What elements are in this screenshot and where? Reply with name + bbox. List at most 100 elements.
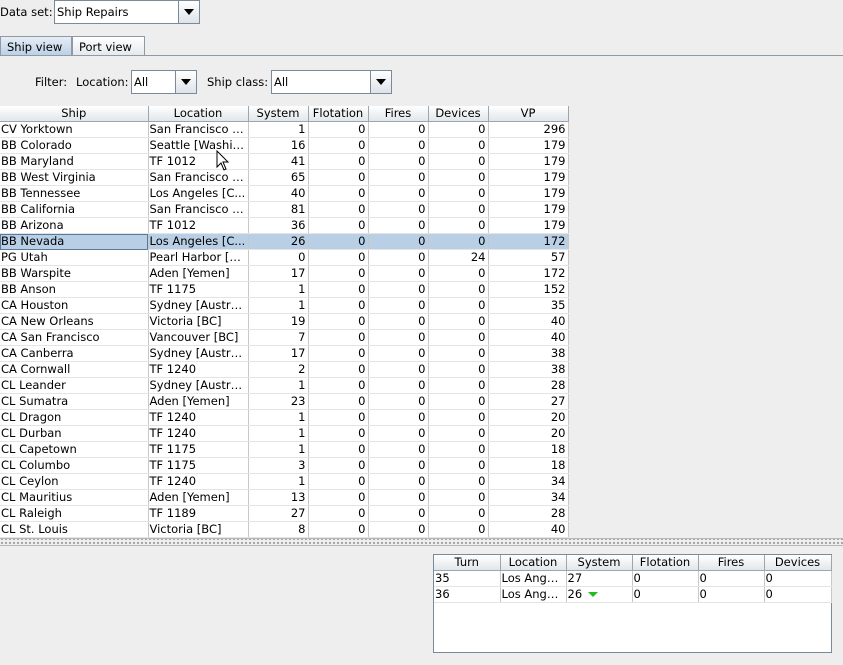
cell-location[interactable]: San Francisco [... [148,169,249,186]
table-row[interactable]: CA San Francisco Vancouver [BC] 7 0 0 0 40 [0,329,569,346]
cell-vp[interactable]: 28 [488,505,569,522]
cell-ship[interactable]: CL Raleigh [0,505,149,522]
cell-ship[interactable]: CL Mauritius [0,489,149,506]
column-header-location[interactable]: Location [148,106,249,122]
table-row[interactable]: CA Houston Sydney [Australia] 1 0 0 0 35 [0,297,569,314]
cell-vp[interactable]: 57 [488,249,569,266]
cell-system[interactable]: 36 [248,217,309,234]
table-row[interactable]: CL Capetown TF 1175 1 0 0 0 18 [0,441,569,458]
cell-vp[interactable]: 40 [488,313,569,330]
table-row[interactable]: CL Sumatra Aden [Yemen] 23 0 0 0 27 [0,393,569,410]
cell-vp[interactable]: 20 [488,409,569,426]
table-row[interactable]: CA Canberra Sydney [Australia] 17 0 0 0 38 [0,345,569,362]
cell-ship[interactable]: CL Dragon [0,409,149,426]
cell-devices[interactable]: 0 [428,361,489,378]
cell-turn[interactable]: 36 [434,586,501,603]
cell-devices[interactable]: 0 [428,281,489,298]
cell-devices[interactable]: 0 [428,169,489,186]
cell-fires[interactable]: 0 [368,425,429,442]
column-header-ship[interactable]: Ship [0,106,149,122]
cell-vp[interactable]: 38 [488,361,569,378]
cell-devices[interactable]: 0 [428,393,489,410]
cell-location[interactable]: Victoria [BC] [148,521,249,538]
cell-fires[interactable]: 0 [368,265,429,282]
cell-fires[interactable]: 0 [368,409,429,426]
column-header-vp[interactable]: VP [488,106,569,122]
cell-flotation[interactable]: 0 [308,153,369,170]
column-header-turn[interactable]: Turn [434,555,501,571]
cell-devices[interactable]: 0 [764,570,832,587]
cell-system[interactable]: 40 [248,185,309,202]
cell-ship[interactable]: CV Yorktown [0,121,149,138]
cell-ship[interactable]: CA San Francisco [0,329,149,346]
cell-flotation[interactable]: 0 [308,169,369,186]
cell-system[interactable]: 81 [248,201,309,218]
cell-system[interactable]: 0 [248,249,309,266]
cell-fires[interactable]: 0 [368,217,429,234]
cell-vp[interactable]: 27 [488,393,569,410]
cell-ship[interactable]: BB Arizona [0,217,149,234]
cell-devices[interactable]: 0 [428,121,489,138]
cell-fires[interactable]: 0 [368,233,429,250]
cell-fires[interactable]: 0 [698,570,765,587]
cell-flotation[interactable]: 0 [308,377,369,394]
column-header-flotation[interactable]: Flotation [632,555,699,571]
table-row[interactable]: CL Dragon TF 1240 1 0 0 0 20 [0,409,569,426]
cell-fires[interactable]: 0 [368,281,429,298]
table-row[interactable]: BB Arizona TF 1012 36 0 0 0 179 [0,217,569,234]
cell-flotation[interactable]: 0 [308,361,369,378]
cell-system[interactable]: 19 [248,313,309,330]
cell-ship[interactable]: BB Anson [0,281,149,298]
column-header-devices[interactable]: Devices [764,555,832,571]
cell-flotation[interactable]: 0 [308,233,369,250]
table-row[interactable]: PG Utah Pearl Harbor [O... 0 0 0 24 57 [0,249,569,266]
cell-flotation[interactable]: 0 [308,185,369,202]
cell-system[interactable]: 1 [248,281,309,298]
cell-system[interactable]: 23 [248,393,309,410]
cell-fires[interactable]: 0 [368,153,429,170]
cell-location[interactable]: TF 1012 [148,217,249,234]
cell-vp[interactable]: 35 [488,297,569,314]
table-row[interactable]: CV Yorktown San Francisco [... 1 0 0 0 296 [0,121,569,138]
cell-location[interactable]: Sydney [Australia] [148,297,249,314]
cell-flotation[interactable]: 0 [308,457,369,474]
cell-vp[interactable]: 28 [488,377,569,394]
cell-system[interactable]: 1 [248,473,309,490]
table-row[interactable]: CL Durban TF 1240 1 0 0 0 20 [0,425,569,442]
cell-location[interactable]: Los Angeles [C... [148,233,249,250]
cell-system[interactable]: 2 [248,361,309,378]
cell-fires[interactable]: 0 [368,137,429,154]
cell-devices[interactable]: 0 [428,329,489,346]
cell-system[interactable]: 17 [248,345,309,362]
cell-location[interactable]: TF 1012 [148,153,249,170]
cell-ship[interactable]: CA Cornwall [0,361,149,378]
table-row[interactable]: CA New Orleans Victoria [BC] 19 0 0 0 40 [0,313,569,330]
column-header-devices[interactable]: Devices [428,106,489,122]
cell-location[interactable]: TF 1240 [148,361,249,378]
cell-flotation[interactable]: 0 [308,393,369,410]
cell-fires[interactable]: 0 [368,121,429,138]
cell-vp[interactable]: 152 [488,281,569,298]
cell-ship[interactable]: CL Columbo [0,457,149,474]
cell-fires[interactable]: 0 [368,201,429,218]
cell-flotation[interactable]: 0 [632,586,699,603]
cell-location[interactable]: TF 1240 [148,473,249,490]
cell-fires[interactable]: 0 [368,441,429,458]
cell-location[interactable]: Victoria [BC] [148,313,249,330]
cell-system[interactable]: 65 [248,169,309,186]
cell-ship[interactable]: CL Leander [0,377,149,394]
chevron-down-icon[interactable] [175,71,196,93]
cell-vp[interactable]: 18 [488,441,569,458]
location-filter-combo[interactable]: All [131,70,197,94]
table-row[interactable]: CL Mauritius Aden [Yemen] 13 0 0 0 34 [0,489,569,506]
cell-fires[interactable]: 0 [368,345,429,362]
cell-devices[interactable]: 0 [428,153,489,170]
column-header-fires[interactable]: Fires [368,106,429,122]
cell-ship[interactable]: CL Durban [0,425,149,442]
cell-system[interactable]: 41 [248,153,309,170]
cell-system[interactable]: 1 [248,425,309,442]
cell-system[interactable]: 1 [248,441,309,458]
cell-fires[interactable]: 0 [368,377,429,394]
cell-ship[interactable]: PG Utah [0,249,149,266]
cell-flotation[interactable]: 0 [308,425,369,442]
